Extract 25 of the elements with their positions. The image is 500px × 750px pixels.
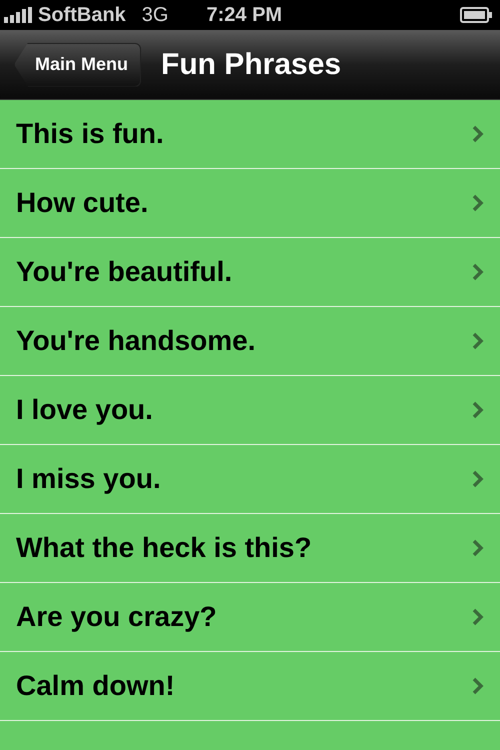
phrase-text: This is fun. [16, 117, 164, 151]
chevron-icon [472, 677, 484, 695]
network-type: 3G [142, 3, 168, 28]
chevron-icon [472, 608, 484, 626]
carrier-name: SoftBank [38, 3, 126, 28]
chevron-icon [472, 401, 484, 419]
phrase-text: Are you crazy? [16, 600, 217, 634]
phrase-text: How cute. [16, 186, 148, 220]
clock-time: 7:24 PM [206, 3, 282, 28]
chevron-icon [472, 332, 484, 350]
chevron-icon [472, 539, 484, 557]
battery-icon [460, 7, 492, 23]
phrase-text: You're beautiful. [16, 255, 232, 289]
phrase-text: I love you. [16, 393, 153, 427]
phrase-text: Calm down! [16, 669, 175, 703]
chevron-icon [472, 194, 484, 212]
phrase-text: What the heck is this? [16, 531, 312, 565]
chevron-icon [472, 470, 484, 488]
signal-icon [4, 7, 34, 23]
back-button[interactable]: Main Menu [14, 42, 141, 86]
chevron-icon [472, 125, 484, 143]
screen-title: Fun Phrases [161, 47, 342, 83]
phrase-text: You're handsome. [16, 324, 256, 358]
phrase-text: I miss you. [16, 462, 161, 496]
chevron-icon [472, 263, 484, 281]
